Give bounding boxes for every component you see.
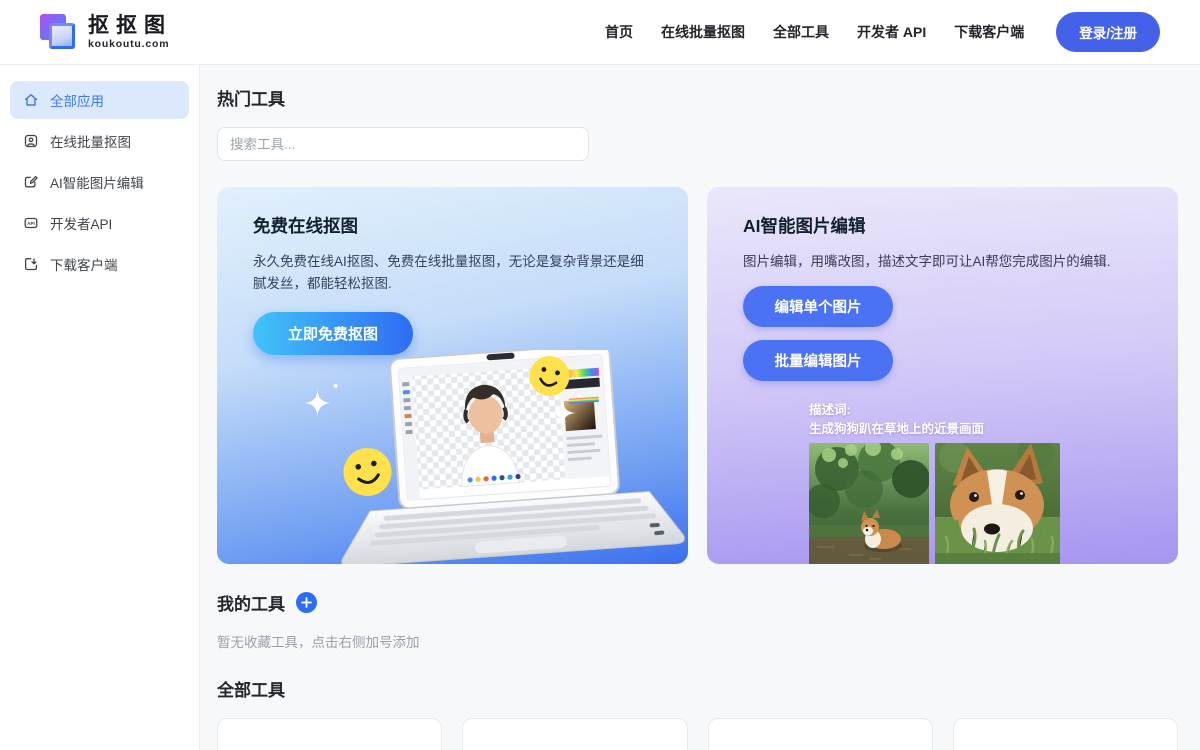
edit-single-image-button[interactable]: 编辑单个图片 [743, 286, 893, 327]
my-tools-empty-text: 暂无收藏工具，点击右侧加号添加 [217, 631, 1178, 651]
sidebar-item-label: 在线批量抠图 [50, 131, 131, 151]
sidebar: 全部应用 在线批量抠图 AI智能图片编辑 API 开发者API [0, 65, 200, 750]
sparkle-icon [305, 384, 582, 426]
free-cutout-title: 免费在线抠图 [253, 213, 658, 238]
tool-card-pattern-extract[interactable]: 万物图案提取 [953, 718, 1178, 750]
app-header: 抠抠图 koukoutu.com 首页 在线批量抠图 全部工具 开发者 API … [0, 0, 1200, 65]
search-input[interactable] [217, 127, 589, 161]
tool-card-plant-cutout[interactable] [462, 718, 687, 750]
nav-batch-cutout[interactable]: 在线批量抠图 [661, 22, 745, 42]
free-cutout-description: 永久免费在线AI抠图、免费在线批量抠图，无论是复杂背景还是细腻发丝，都能轻松抠图… [253, 251, 651, 295]
smiley-sticker [339, 444, 396, 501]
ai-edit-card: AI智能图片编辑 图片编辑，用嘴改图，描述文字即可让AI帮您完成图片的编辑. 编… [707, 187, 1178, 564]
home-icon [23, 92, 39, 108]
sidebar-item-label: AI智能图片编辑 [50, 172, 144, 192]
sidebar-item-developer-api[interactable]: API 开发者API [10, 204, 189, 242]
nav-download-client[interactable]: 下载客户端 [954, 22, 1024, 42]
ai-edit-title: AI智能图片编辑 [743, 213, 1148, 238]
nav-developer-api[interactable]: 开发者 API [857, 22, 926, 42]
main-content: 热门工具 免费在线抠图 永久免费在线AI抠图、免费在线批量抠图，无论是复杂背景还… [200, 65, 1200, 750]
login-register-button[interactable]: 登录/注册 [1056, 12, 1160, 52]
svg-text:API: API [27, 221, 35, 226]
my-tools-header: 我的工具 [217, 590, 1178, 615]
app-window: 抠抠图 koukoutu.com 首页 在线批量抠图 全部工具 开发者 API … [0, 0, 1200, 750]
prompt-label: 描述词: [809, 401, 1148, 420]
all-tools-title: 全部工具 [217, 676, 1178, 701]
sidebar-item-download-client[interactable]: 下载客户端 [10, 245, 189, 283]
output-dog-image [935, 443, 1060, 564]
nav-home[interactable]: 首页 [605, 22, 633, 42]
hot-tools-title: 热门工具 [217, 85, 1178, 110]
ai-edit-description: 图片编辑，用嘴改图，描述文字即可让AI帮您完成图片的编辑. [743, 251, 1141, 273]
brand-domain: koukoutu.com [88, 38, 172, 50]
edit-icon [23, 174, 39, 190]
edit-batch-images-button[interactable]: 批量编辑图片 [743, 340, 893, 381]
input-image-figure: 输入图片 [809, 443, 929, 564]
sidebar-item-all-apps[interactable]: 全部应用 [10, 81, 189, 119]
output-image-figure: 输出结果 [935, 443, 1060, 564]
nav-all-tools[interactable]: 全部工具 [773, 22, 829, 42]
sidebar-item-ai-image-edit[interactable]: AI智能图片编辑 [10, 163, 189, 201]
prompt-example: 描述词: 生成狗狗趴在草地上的近景画面 [809, 401, 1148, 440]
before-after-examples: 输入图片 [809, 443, 1148, 564]
tool-card-photo-compare[interactable] [708, 718, 933, 750]
laptop-illustration [217, 350, 688, 564]
top-nav: 首页 在线批量抠图 全部工具 开发者 API 下载客户端 登录/注册 [605, 12, 1160, 52]
smiley-sticker [525, 352, 573, 400]
add-tool-button[interactable] [296, 592, 317, 613]
free-cutout-card: 免费在线抠图 永久免费在线AI抠图、免费在线批量抠图，无论是复杂背景还是细腻发丝… [217, 187, 688, 564]
prompt-text: 生成狗狗趴在草地上的近景画面 [809, 420, 1148, 439]
brand-name: 抠抠图 [88, 14, 172, 37]
portrait-icon [23, 133, 39, 149]
free-cutout-cta-button[interactable]: 立即免费抠图 [253, 312, 413, 355]
hero-cards-row: 免费在线抠图 永久免费在线AI抠图、免费在线批量抠图，无论是复杂背景还是细腻发丝… [217, 187, 1178, 564]
my-tools-title: 我的工具 [217, 590, 285, 615]
all-tools-grid: 万物图案提取 [217, 718, 1178, 750]
plus-icon [301, 597, 312, 608]
sidebar-item-label: 下载客户端 [50, 254, 118, 274]
sidebar-item-batch-cutout[interactable]: 在线批量抠图 [10, 122, 189, 160]
download-icon [23, 256, 39, 272]
tool-card-portrait-cutout[interactable] [217, 718, 442, 750]
brand-logo-icon [40, 13, 78, 51]
input-dog-image [809, 443, 929, 564]
brand-logo[interactable]: 抠抠图 koukoutu.com [40, 13, 172, 51]
api-icon: API [23, 215, 39, 231]
sidebar-item-label: 全部应用 [50, 90, 104, 110]
sidebar-item-label: 开发者API [50, 213, 112, 233]
